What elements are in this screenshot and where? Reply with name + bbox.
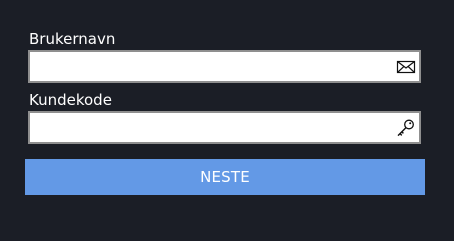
username-field[interactable] [28,50,421,83]
username-input[interactable] [34,55,389,78]
customer-code-field[interactable] [28,111,421,144]
customer-code-label: Kundekode [29,91,112,109]
customer-code-input[interactable] [34,116,389,139]
username-label: Brukernavn [29,30,116,48]
key-icon [396,118,416,138]
next-button[interactable]: NESTE [25,159,425,195]
envelope-icon [396,57,416,77]
